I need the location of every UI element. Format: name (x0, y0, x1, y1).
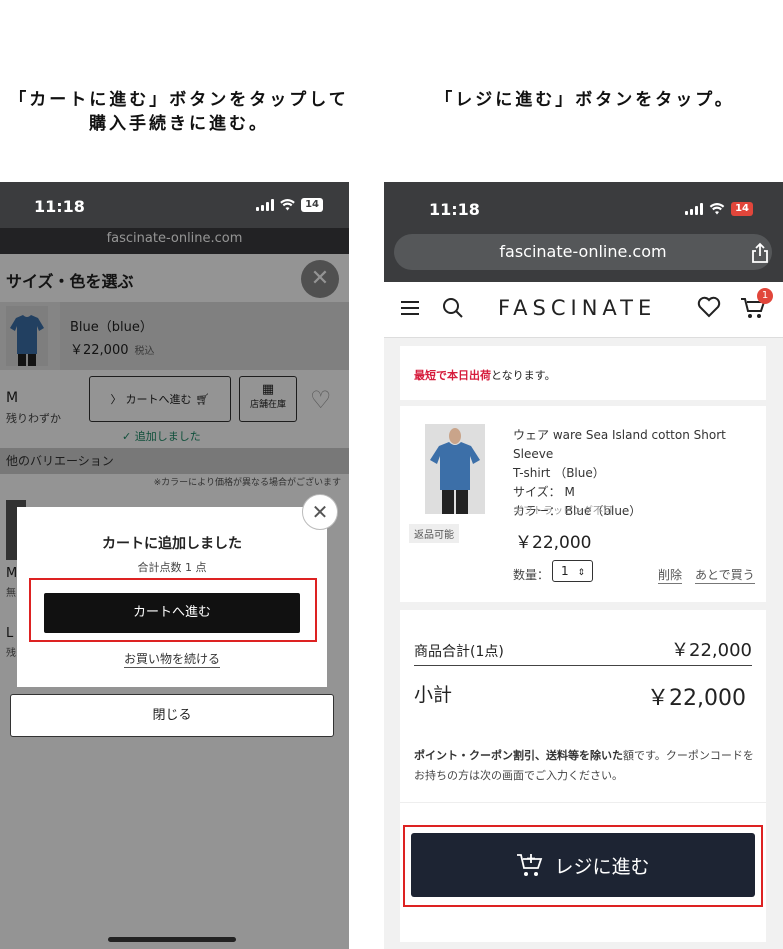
save-for-later-link[interactable]: あとで買う (695, 566, 755, 584)
site-logo[interactable]: FASCINATE (498, 296, 656, 320)
order-summary: 商品合計(1点) ￥22,000 小計 ￥22,000 ポイント・クーポン割引、… (400, 610, 766, 802)
total-value: ￥22,000 (647, 686, 746, 711)
status-time: 11:18 (34, 197, 85, 216)
chevron-updown-icon: ⇕ (577, 568, 586, 578)
hamburger-menu-icon[interactable] (400, 300, 420, 316)
wifi-icon (280, 199, 295, 211)
battery-icon: 14 (731, 202, 753, 216)
returnable-badge: 返品可能 (409, 524, 459, 543)
instruction-caption-right: 「レジに進む」ボタンをタップ。 (435, 90, 735, 110)
delete-link[interactable]: 削除 (658, 566, 683, 584)
checkout-button[interactable]: レジに進む (411, 833, 755, 897)
status-icons: 14 (256, 198, 323, 212)
modal-item-count: 合計点数 1 点 (137, 561, 207, 574)
shipping-text: となります。 (491, 369, 556, 382)
checkout-section: レジに進む (400, 802, 766, 942)
status-bar: 11:18 14 (384, 182, 783, 232)
continue-shopping-label: お買い物を続ける (123, 652, 220, 668)
phone-screenshot-left: 11:18 14 fascinate-online.com サイズ・色を選ぶ ✕… (0, 182, 349, 949)
modal-close-icon[interactable]: ✕ (302, 494, 338, 530)
caption-line-1: 「カートに進む」ボタンをタップして (9, 90, 349, 110)
item-size: サイズ： M (513, 485, 575, 499)
summary-note: ポイント・クーポン割引、送料等を除いた額です。クーポンコードをお持ちの方は次の画… (414, 746, 758, 786)
cart-count-badge: 1 (757, 288, 773, 304)
gift-wrapping-note: ギフトラッピング不可 (513, 506, 613, 517)
added-to-cart-modal: カートに追加しました 合計点数 1 点 カートへ進む お買い物を続ける (17, 507, 327, 687)
wifi-icon (709, 203, 725, 215)
quantity-select[interactable]: 1 ⇕ (552, 560, 593, 582)
status-time: 11:18 (429, 200, 480, 219)
cart-item: 返品可能 ウェア ware Sea Island cotton Short Sl… (400, 406, 766, 602)
close-button[interactable]: 閉じる (10, 694, 334, 737)
home-indicator (108, 937, 236, 942)
share-icon[interactable] (751, 242, 769, 264)
search-icon[interactable] (442, 297, 464, 319)
quantity-value: 1 (561, 564, 569, 578)
heart-icon[interactable] (697, 296, 721, 318)
quantity-label: 数量： (513, 568, 550, 582)
status-icons: 14 (685, 202, 753, 216)
continue-shopping-link[interactable]: お買い物を続ける (17, 650, 327, 668)
site-header: FASCINATE 1 (384, 282, 783, 338)
battery-icon: 14 (301, 198, 323, 212)
item-price: ￥22,000 (515, 533, 592, 553)
signal-icon (685, 203, 704, 215)
checkout-label: レジに進む (554, 855, 650, 878)
status-bar: 11:18 14 (0, 182, 349, 228)
cart-add-icon (517, 854, 543, 876)
subtotal-label: 商品合計(1点) (414, 644, 504, 660)
subtotal-row: 商品合計(1点) ￥22,000 (414, 636, 752, 666)
item-name[interactable]: ウェア ware Sea Island cotton Short Sleeve (513, 426, 758, 464)
browser-toolbar: fascinate-online.com (384, 232, 783, 282)
modal-title: カートに追加しました (102, 536, 242, 552)
phone-screenshot-right: 11:18 14 fascinate-online.com FASCINATE … (384, 182, 783, 949)
subtotal-value: ￥22,000 (671, 640, 752, 661)
shipping-highlight: 最短で本日出荷 (414, 369, 491, 382)
signal-icon (256, 199, 275, 211)
proceed-to-cart-button[interactable]: カートへ進む (44, 593, 300, 633)
summary-note-bold: ポイント・クーポン割引、送料等を除いた (414, 749, 623, 762)
item-name-cont: T-shirt （Blue） (513, 466, 605, 480)
address-bar[interactable]: fascinate-online.com (394, 234, 772, 270)
product-image[interactable] (425, 424, 485, 514)
shipping-notice: 最短で本日出荷となります。 (400, 346, 766, 400)
instruction-caption-left: 「カートに進む」ボタンをタップして 購入手続きに進む。 (0, 88, 358, 136)
total-label: 小計 (414, 684, 453, 706)
caption-line-2: 購入手続きに進む。 (89, 114, 269, 134)
